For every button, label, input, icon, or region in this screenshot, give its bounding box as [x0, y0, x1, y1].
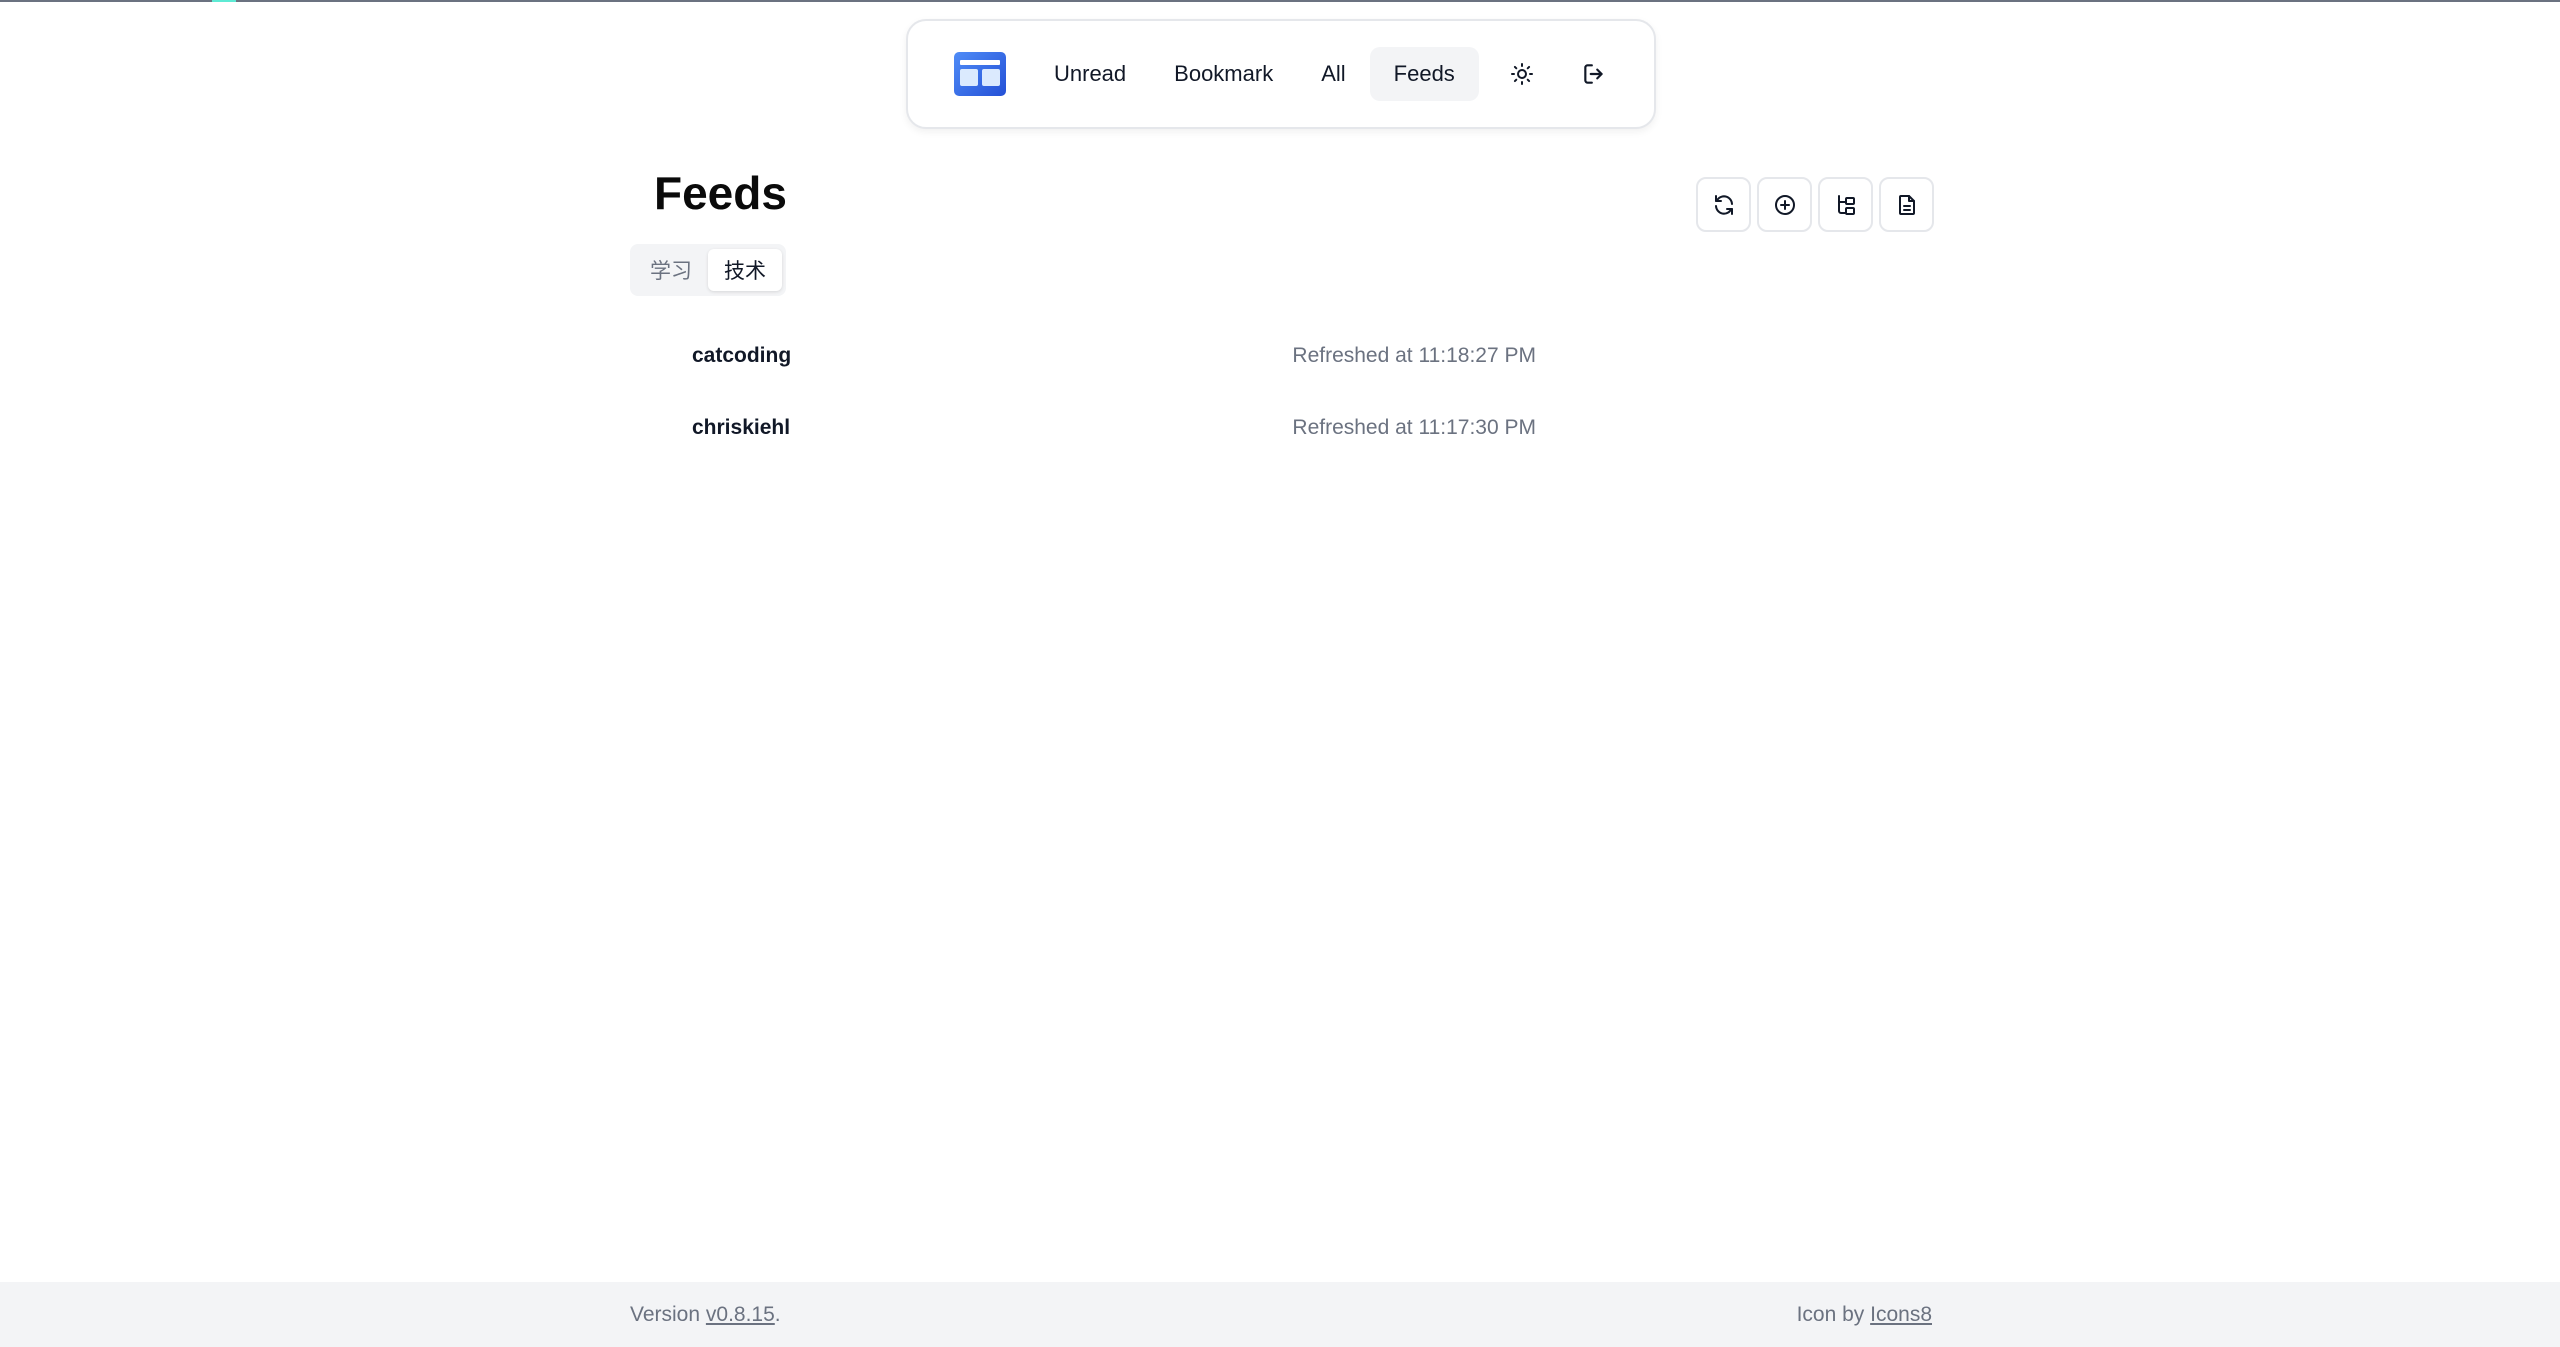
tab-group-tech[interactable]: 技术 [708, 249, 782, 291]
feed-refresh-status: Refreshed at 11:17:30 PM [1292, 416, 1536, 439]
icon-credit-label: Icon by [1796, 1303, 1871, 1326]
add-feed-button[interactable] [1757, 177, 1812, 232]
version-suffix: . [774, 1303, 781, 1326]
list-item[interactable]: catcoding Refreshed at 11:18:27 PM [630, 320, 1550, 392]
version-info: Version v0.8.15. [630, 1303, 781, 1327]
version-label: Version [630, 1303, 706, 1326]
top-progress-line [0, 0, 2560, 2]
icon-credit: Icon by Icons8 [1797, 1303, 1932, 1327]
manage-groups-button[interactable] [1818, 177, 1873, 232]
list-item[interactable]: chriskiehl Refreshed at 11:17:30 PM [630, 392, 1550, 464]
page-title: Feeds [654, 167, 787, 219]
app-logo-icon[interactable] [954, 52, 1006, 96]
nav-bookmark[interactable]: Bookmark [1150, 47, 1297, 101]
tab-group-study[interactable]: 学习 [634, 249, 708, 291]
nav-feeds[interactable]: Feeds [1369, 47, 1479, 101]
feeds-toolbar [1696, 177, 1934, 232]
version-link[interactable]: v0.8.15 [706, 1303, 775, 1326]
nav-all[interactable]: All [1297, 47, 1369, 101]
progress-accent [212, 0, 236, 2]
logout-icon[interactable] [1567, 47, 1621, 101]
sun-icon[interactable] [1495, 47, 1549, 101]
feed-name[interactable]: chriskiehl [692, 416, 790, 440]
feed-refresh-status: Refreshed at 11:18:27 PM [1292, 344, 1536, 367]
add-circle-icon [1774, 194, 1795, 215]
opml-button[interactable] [1879, 177, 1934, 232]
feed-list: catcoding Refreshed at 11:18:27 PM chris… [630, 320, 1550, 464]
refresh-icon [1714, 194, 1733, 215]
footer: Version v0.8.15. Icon by Icons8 [0, 1282, 2560, 1347]
feed-name[interactable]: catcoding [692, 344, 791, 368]
folder-tree-icon [1837, 194, 1855, 215]
group-tabs: 学习 技术 [630, 244, 786, 296]
refresh-button[interactable] [1696, 177, 1751, 232]
document-icon [1898, 194, 1915, 215]
icons8-link[interactable]: Icons8 [1870, 1303, 1932, 1326]
nav-unread[interactable]: Unread [1030, 47, 1150, 101]
top-navbar: Unread Bookmark All Feeds [906, 19, 1656, 129]
